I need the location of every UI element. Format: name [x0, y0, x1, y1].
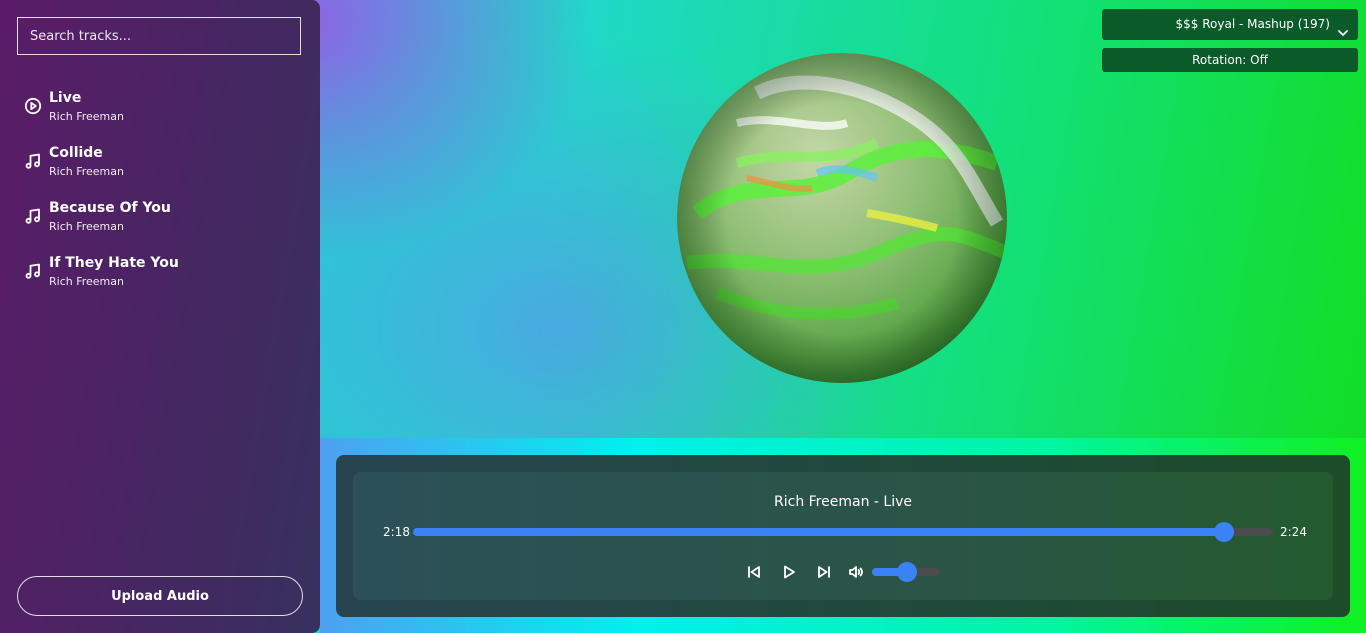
music-note-icon [24, 152, 42, 170]
current-time: 2:18 [383, 525, 410, 539]
progress-thumb[interactable] [1213, 522, 1234, 542]
chevron-down-icon [1338, 19, 1348, 36]
track-artist: Rich Freeman [49, 165, 124, 178]
track-title: Because Of You [49, 200, 171, 216]
skip-next-icon[interactable] [815, 563, 833, 581]
track-artist: Rich Freeman [49, 110, 124, 123]
track-artist: Rich Freeman [49, 275, 124, 288]
preset-dropdown[interactable]: $$$ Royal - Mashup (197) [1102, 9, 1358, 40]
preset-label: $$$ Royal - Mashup (197) [1175, 17, 1330, 31]
volume-slider[interactable] [872, 562, 940, 582]
play-circle-icon [24, 97, 42, 115]
upload-audio-button[interactable]: Upload Audio [17, 576, 303, 616]
track-title: Live [49, 90, 82, 106]
track-item-collide[interactable]: Collide Rich Freeman [0, 144, 320, 199]
rotation-toggle-button[interactable]: Rotation: Off [1102, 48, 1358, 72]
track-list: Live Rich Freeman Collide Rich Freeman B… [0, 89, 320, 309]
player-inner-panel [353, 472, 1333, 600]
sidebar: Live Rich Freeman Collide Rich Freeman B… [0, 0, 320, 633]
progress-fill [413, 528, 1224, 536]
track-item-because-of-you[interactable]: Because Of You Rich Freeman [0, 199, 320, 254]
volume-icon[interactable] [847, 563, 865, 581]
track-title: Collide [49, 145, 103, 161]
now-playing-title: Rich Freeman - Live [774, 494, 912, 510]
progress-slider[interactable] [413, 522, 1273, 542]
search-input[interactable] [17, 17, 301, 55]
skip-previous-icon[interactable] [745, 563, 763, 581]
track-item-live[interactable]: Live Rich Freeman [0, 89, 320, 144]
track-item-if-they-hate-you[interactable]: If They Hate You Rich Freeman [0, 254, 320, 309]
music-note-icon [24, 262, 42, 280]
visualizer-sphere [677, 53, 1007, 383]
track-title: If They Hate You [49, 255, 179, 271]
music-note-icon [24, 207, 42, 225]
track-artist: Rich Freeman [49, 220, 124, 233]
play-icon[interactable] [780, 563, 798, 581]
track-duration: 2:24 [1280, 525, 1307, 539]
